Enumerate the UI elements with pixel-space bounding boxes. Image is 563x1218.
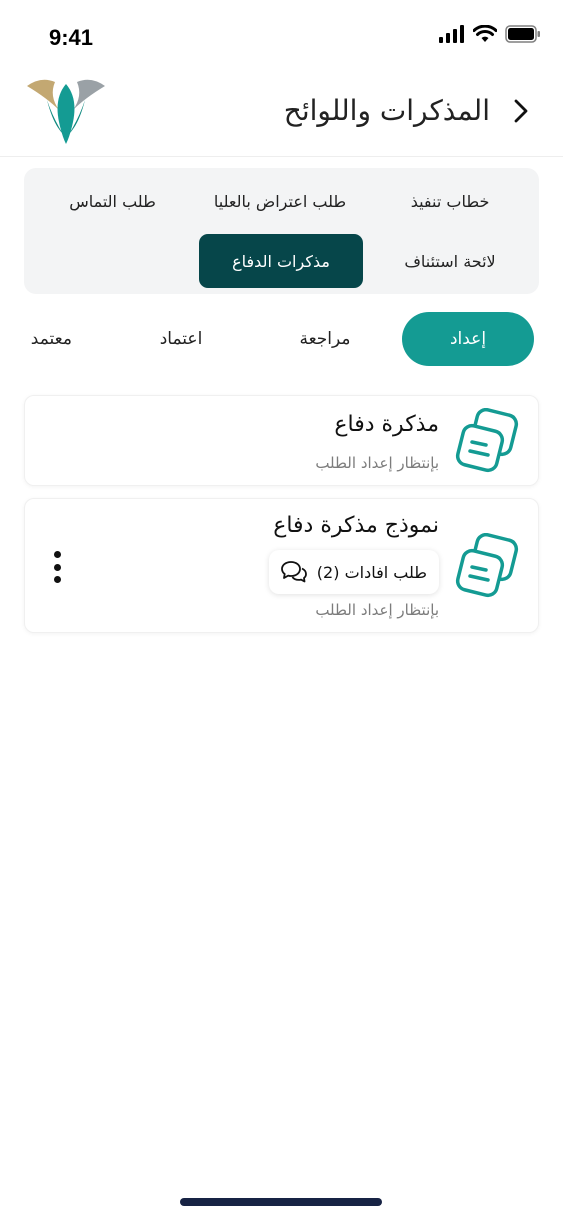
chat-bubbles-icon <box>280 561 307 583</box>
feedback-request-chip[interactable]: طلب افادات (2) <box>268 550 439 594</box>
ministry-logo-icon <box>27 79 105 144</box>
document-icon <box>455 408 519 473</box>
status-icons <box>439 25 541 43</box>
status-tabs: إعداد مراجعة اعتماد معتمد <box>0 312 563 366</box>
category-execution-letter[interactable]: خطاب تنفيذ <box>369 174 531 228</box>
back-button[interactable] <box>507 96 535 126</box>
signal-icon <box>439 25 464 43</box>
card-title: مذكرة دفاع <box>334 412 439 437</box>
more-dot-icon <box>53 563 61 571</box>
card-status: بإنتظار إعداد الطلب <box>315 601 439 619</box>
chevron-right-icon <box>514 99 528 123</box>
more-dot-icon <box>53 576 61 583</box>
wifi-icon <box>473 25 497 42</box>
list-item[interactable]: مذكرة دفاع بإنتظار إعداد الطلب <box>24 395 539 486</box>
tab-approved[interactable]: معتمد <box>0 312 72 366</box>
tab-review[interactable]: مراجعة <box>265 312 385 366</box>
card-title: نموذج مذكرة دفاع <box>273 513 439 538</box>
status-time: 9:41 <box>49 25 94 50</box>
category-defense-memos[interactable]: مذكرات الدفاع <box>199 234 363 288</box>
category-appeal-list[interactable]: لائحة استئناف <box>369 234 531 288</box>
home-indicator[interactable] <box>180 1198 382 1206</box>
document-icon <box>455 533 519 598</box>
list-item[interactable]: نموذج مذكرة دفاع طلب افادات (2) بإنتظار … <box>24 498 539 633</box>
more-options-button[interactable] <box>47 547 67 587</box>
status-bar: 9:41 <box>0 0 563 70</box>
page-title: المذكرات واللوائح <box>283 94 490 127</box>
card-status: بإنتظار إعداد الطلب <box>315 454 439 472</box>
header: المذكرات واللوائح <box>0 70 563 157</box>
chip-label: طلب افادات (2) <box>316 562 427 582</box>
tab-approval[interactable]: اعتماد <box>125 312 237 366</box>
tab-preparation[interactable]: إعداد <box>402 312 534 366</box>
battery-icon <box>505 25 540 43</box>
category-petition[interactable]: طلب التماس <box>34 174 191 228</box>
more-dot-icon <box>53 551 61 558</box>
category-panel: خطاب تنفيذ طلب اعتراض بالعليا طلب التماس… <box>24 168 539 294</box>
category-supreme-objection[interactable]: طلب اعتراض بالعليا <box>199 174 361 228</box>
